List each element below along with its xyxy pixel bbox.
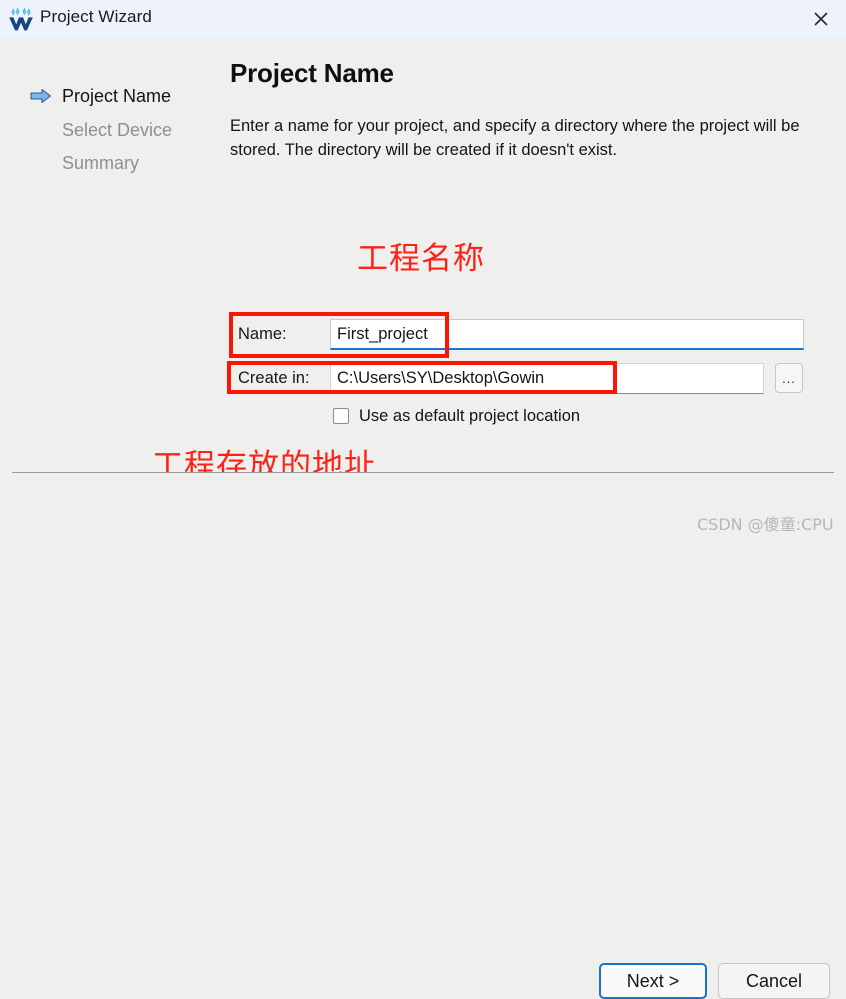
cancel-button[interactable]: Cancel: [718, 963, 830, 999]
default-location-row[interactable]: Use as default project location: [333, 405, 580, 427]
sidebar-item-project-name[interactable]: Project Name: [30, 84, 171, 108]
use-default-location-label: Use as default project location: [359, 406, 581, 425]
gowin-w-logo-icon: [8, 6, 34, 32]
project-wizard-dialog: Project Wizard Project Name Select Devic…: [0, 0, 846, 999]
sidebar-item-label: Project Name: [62, 85, 172, 106]
sidebar-item-label: Select Device: [62, 119, 173, 140]
page-title: Project Name: [230, 58, 394, 88]
create-in-label: Create in:: [232, 363, 330, 394]
page-description: Enter a name for your project, and speci…: [230, 117, 800, 160]
annotation-label-project-name: 工程名称: [357, 241, 485, 277]
titlebar: Project Wizard: [0, 0, 846, 38]
project-name-field-row: Name: First_project: [232, 319, 804, 350]
create-in-input[interactable]: C:\Users\SY\Desktop\Gowin: [330, 363, 764, 394]
sidebar-item-select-device[interactable]: Select Device: [30, 118, 172, 142]
project-name-input[interactable]: First_project: [330, 319, 804, 350]
wizard-steps-sidebar: Project Name Select Device Summary: [0, 38, 214, 472]
window-title: Project Wizard: [40, 7, 152, 26]
sidebar-item-label: Summary: [62, 152, 140, 173]
blue-arrow-right-icon: [30, 88, 52, 104]
use-default-location-checkbox[interactable]: [333, 408, 349, 424]
create-in-field-row: Create in: C:\Users\SY\Desktop\Gowin: [232, 363, 764, 394]
sidebar-item-summary[interactable]: Summary: [30, 151, 139, 175]
project-name-label: Name:: [232, 319, 330, 350]
dialog-footer: Next > Cancel: [0, 473, 846, 999]
next-button[interactable]: Next >: [599, 963, 707, 999]
browse-directory-button[interactable]: ...: [775, 363, 803, 393]
close-icon[interactable]: [796, 0, 846, 38]
